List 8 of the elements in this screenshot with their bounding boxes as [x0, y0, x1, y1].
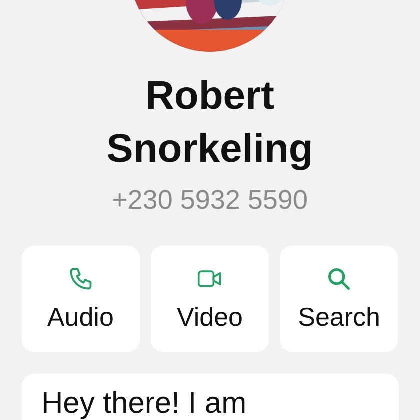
contact-name: Robert Snorkeling [106, 73, 314, 173]
phone-icon [68, 266, 94, 292]
video-button[interactable]: Video [150, 246, 270, 352]
search-icon [326, 266, 352, 292]
audio-button[interactable]: Audio [22, 246, 140, 352]
about-text: Hey there! I am [42, 388, 248, 420]
search-button[interactable]: Search [280, 246, 398, 352]
phone-number: +230 5932 5590 [112, 184, 308, 216]
